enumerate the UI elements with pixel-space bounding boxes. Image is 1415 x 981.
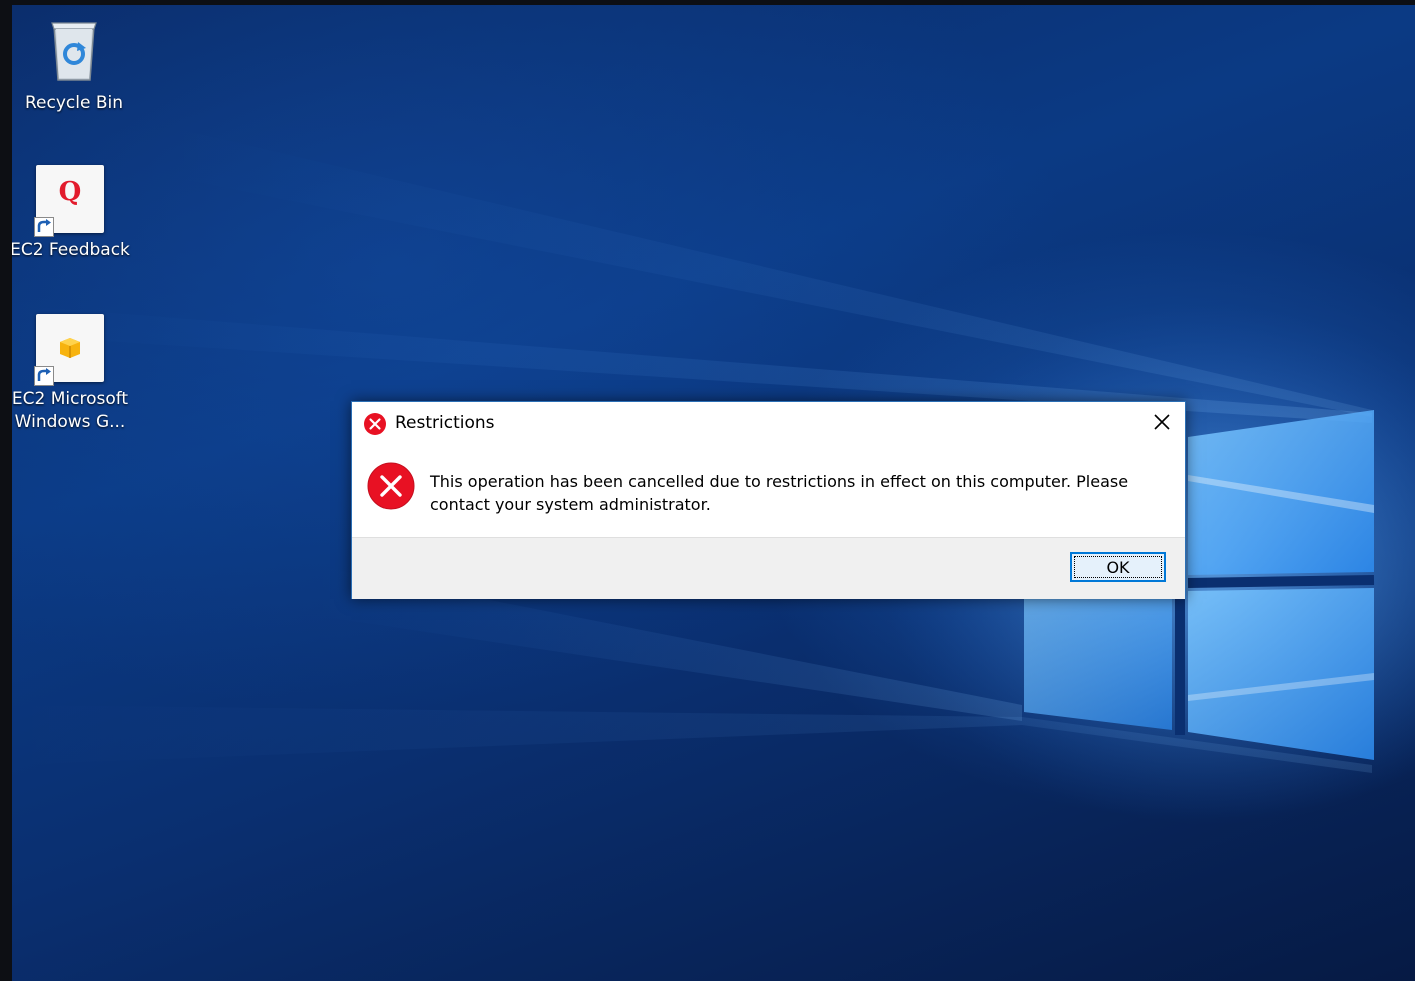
ok-button[interactable]: OK (1070, 552, 1166, 582)
package-icon (60, 338, 80, 358)
ec2-windows-guide-icon (34, 314, 104, 386)
desktop-icon-label-line1: EC2 Microsoft (12, 389, 129, 409)
desktop-icon-recycle-bin[interactable]: Recycle Bin (12, 18, 136, 115)
shortcut-arrow-icon (34, 366, 54, 386)
desktop-icon-label: EC2 Feedback (12, 240, 130, 260)
restrictions-dialog[interactable]: Restrictions This operation has been can… (351, 401, 1186, 599)
dialog-footer: OK (352, 537, 1185, 599)
desktop-icon-label-line2: Windows G... (14, 412, 126, 432)
error-icon (364, 413, 386, 435)
desktop-icon-ec2-feedback[interactable]: Q EC2 Feedback (12, 165, 132, 262)
ec2-feedback-icon: Q (34, 165, 104, 237)
desktop-icon-label: Recycle Bin (24, 93, 123, 113)
recycle-bin-icon (40, 18, 108, 86)
close-icon (1154, 414, 1170, 430)
error-icon (367, 462, 415, 510)
dialog-body: This operation has been cancelled due to… (352, 446, 1185, 537)
dialog-message: This operation has been cancelled due to… (430, 472, 1129, 514)
dialog-title: Restrictions (395, 413, 495, 433)
dialog-titlebar[interactable]: Restrictions (352, 402, 1185, 446)
shortcut-arrow-icon (34, 217, 54, 237)
close-button[interactable] (1139, 402, 1185, 442)
screen: Recycle Bin Q EC2 Feedback EC2 Microsoft… (0, 0, 1415, 981)
ok-button-label: OK (1074, 556, 1162, 578)
ec2-feedback-glyph: Q (58, 177, 82, 207)
desktop-icon-ec2-windows-guide[interactable]: EC2 Microsoft Windows G... (12, 314, 132, 434)
